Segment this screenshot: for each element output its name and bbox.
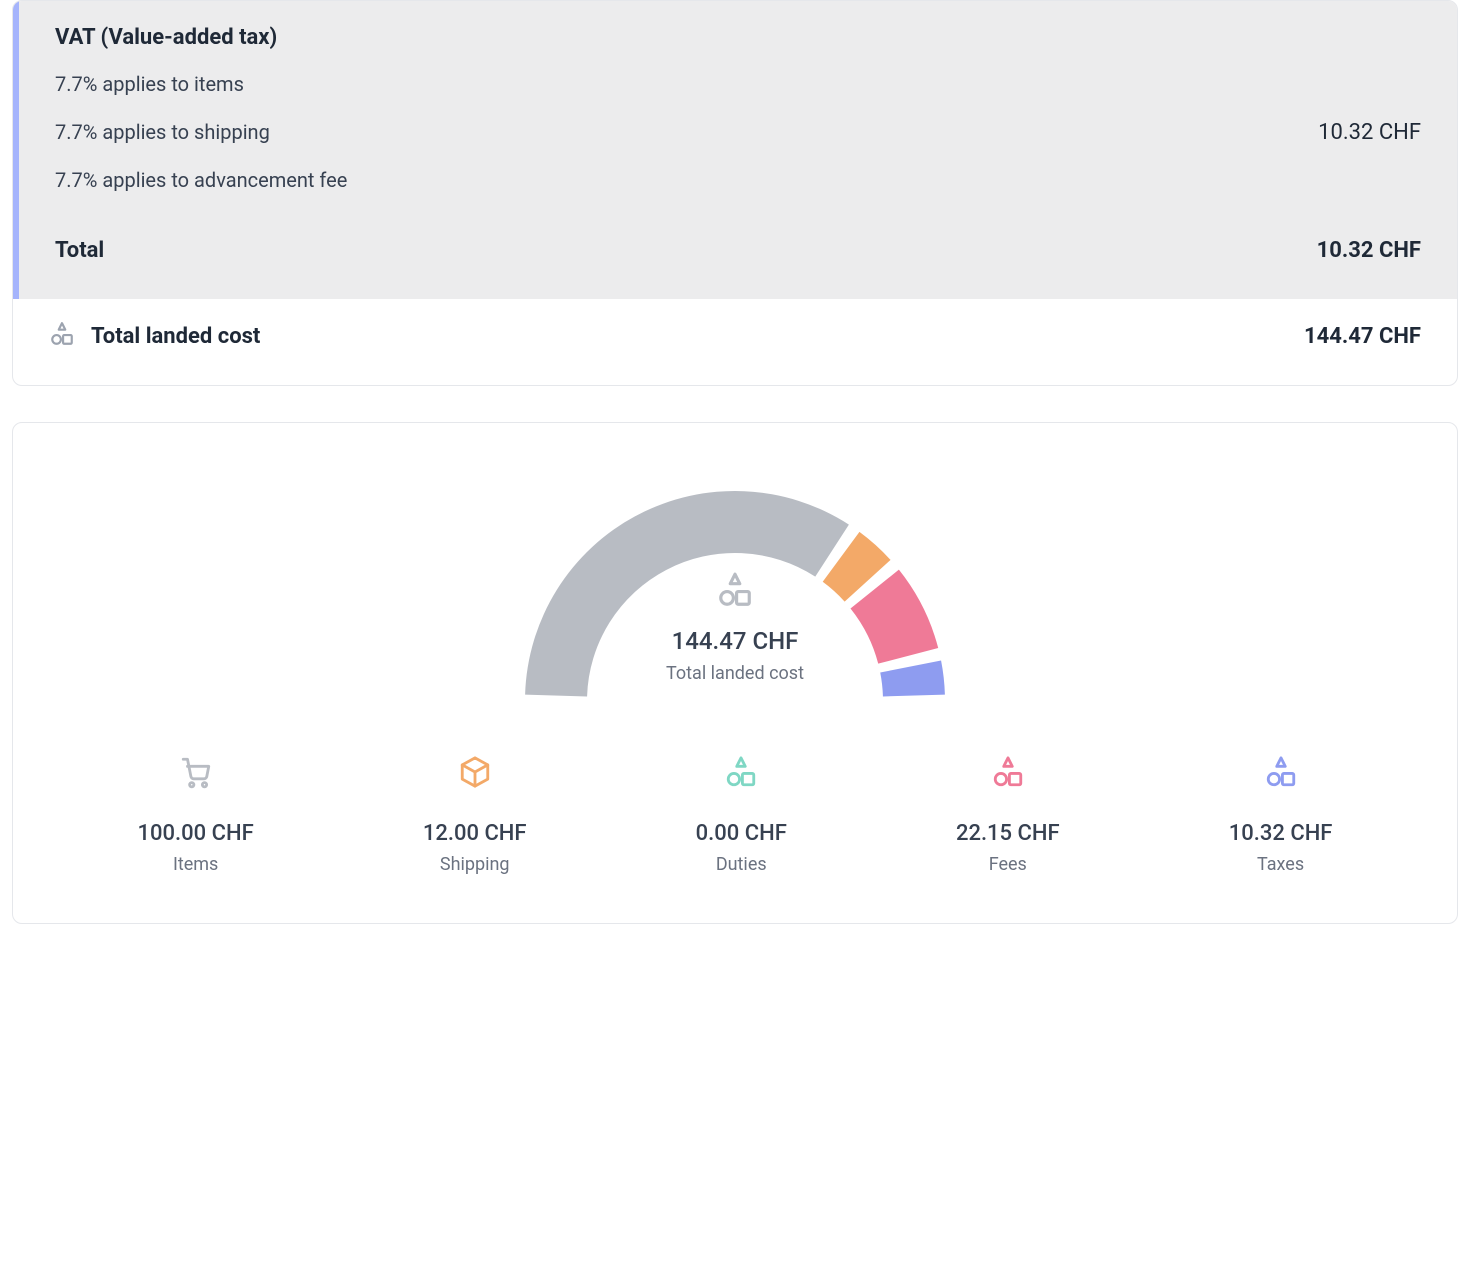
shapes-icon [505, 571, 965, 609]
stat-taxes-value: 10.32 CHF [1229, 821, 1333, 846]
cart-icon [179, 751, 213, 793]
gauge-center: 144.47 CHF Total landed cost [505, 571, 965, 684]
stat-items-value: 100.00 CHF [138, 821, 254, 846]
vat-body: 7.7% applies to items 7.7% applies to sh… [55, 72, 1421, 192]
stat-duties: 0.00 CHF Duties [696, 751, 787, 875]
box-icon [458, 751, 492, 793]
vat-total-amount: 10.32 CHF [1317, 238, 1421, 263]
gauge-area: 144.47 CHF Total landed cost [53, 471, 1417, 711]
shapes-icon [1264, 751, 1298, 793]
shapes-icon [991, 751, 1025, 793]
vat-title: VAT (Value-added tax) [55, 25, 1421, 50]
stat-duties-value: 0.00 CHF [696, 821, 787, 846]
total-landed-label: Total landed cost [91, 324, 260, 349]
stat-items-label: Items [173, 854, 218, 875]
stat-duties-label: Duties [716, 854, 767, 875]
stats-row: 100.00 CHF Items 12.00 CHF Shipping [53, 751, 1417, 875]
vat-total-row: Total 10.32 CHF [55, 238, 1421, 289]
summary-card: 144.47 CHF Total landed cost 100.00 CHF … [12, 422, 1458, 924]
vat-lines: 7.7% applies to items 7.7% applies to sh… [55, 72, 347, 192]
stat-shipping-value: 12.00 CHF [423, 821, 527, 846]
vat-line-shipping: 7.7% applies to shipping [55, 120, 347, 144]
total-landed-row: Total landed cost 144.47 CHF [13, 299, 1457, 385]
stat-taxes: 10.32 CHF Taxes [1229, 751, 1333, 875]
vat-line-advancement: 7.7% applies to advancement fee [55, 168, 347, 192]
stat-taxes-label: Taxes [1257, 854, 1304, 875]
shapes-icon [724, 751, 758, 793]
vat-card: VAT (Value-added tax) 7.7% applies to it… [12, 0, 1458, 386]
vat-amount: 10.32 CHF [1318, 120, 1421, 145]
stat-fees-value: 22.15 CHF [956, 821, 1060, 846]
vat-total-label: Total [55, 238, 104, 263]
gauge-center-label: Total landed cost [505, 663, 965, 684]
total-landed-amount: 144.47 CHF [1304, 324, 1421, 349]
gauge-center-value: 144.47 CHF [505, 627, 965, 655]
vat-block: VAT (Value-added tax) 7.7% applies to it… [13, 1, 1457, 299]
stat-fees: 22.15 CHF Fees [956, 751, 1060, 875]
stat-shipping: 12.00 CHF Shipping [423, 751, 527, 875]
gauge-chart: 144.47 CHF Total landed cost [505, 471, 965, 711]
stat-fees-label: Fees [989, 854, 1027, 875]
stat-shipping-label: Shipping [440, 854, 510, 875]
shapes-icon [49, 321, 75, 351]
stat-items: 100.00 CHF Items [138, 751, 254, 875]
total-landed-left: Total landed cost [49, 321, 260, 351]
vat-line-items: 7.7% applies to items [55, 72, 347, 96]
